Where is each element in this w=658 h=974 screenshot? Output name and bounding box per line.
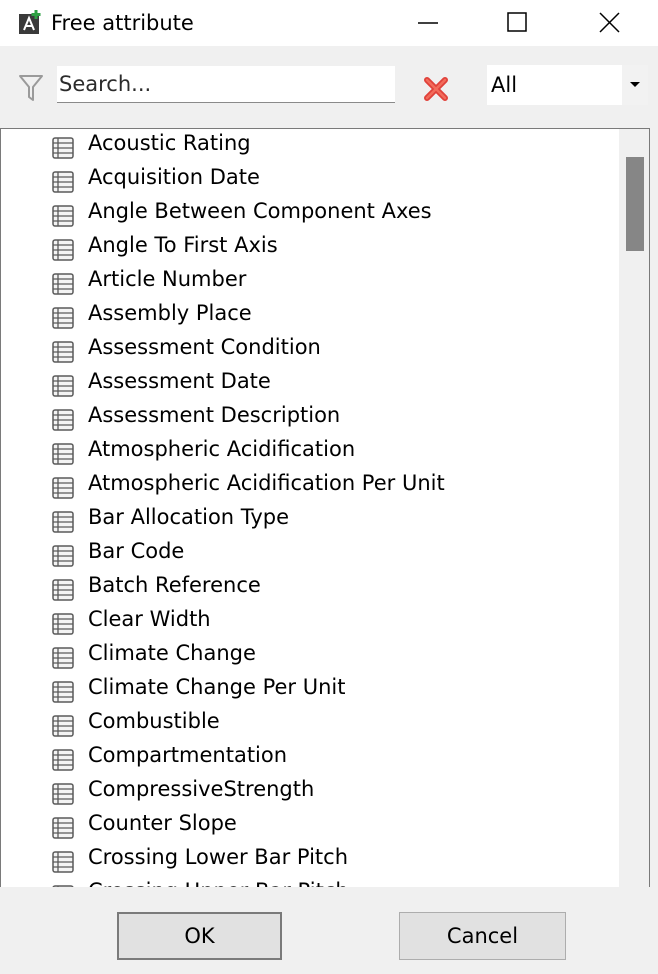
dropdown-arrow-button[interactable] [622,65,648,105]
list-item[interactable]: Counter Slope [1,809,618,843]
list-item[interactable]: Acquisition Date [1,163,618,197]
list-item[interactable]: Bar Allocation Type [1,503,618,537]
list-item[interactable]: Crossing Lower Bar Pitch [1,843,618,877]
attribute-list-panel: Acoustic Rating Acquisition Date Angle Bet… [0,128,650,888]
search-toolbar: All [0,46,658,128]
search-field[interactable] [57,66,395,103]
attribute-list-icon [52,647,74,669]
cancel-button[interactable]: Cancel [399,912,566,960]
list-item-label: Assessment Description [88,403,341,427]
list-item-label: Angle To First Axis [88,233,278,257]
list-item-label: Atmospheric Acidification Per Unit [88,471,445,495]
close-button[interactable] [563,0,655,46]
attribute-list-icon [52,511,74,533]
minimize-button[interactable] [382,0,474,46]
list-item-label: Acquisition Date [88,165,260,189]
attribute-add-icon [18,9,44,35]
clear-x-icon[interactable] [420,73,452,105]
attribute-list-icon [52,613,74,635]
attribute-list-icon [52,477,74,499]
list-item-label: Bar Code [88,539,185,563]
list-item-label: Assembly Place [88,301,252,325]
list-item[interactable]: Article Number [1,265,618,299]
maximize-button[interactable] [473,0,565,46]
list-item[interactable]: Angle To First Axis [1,231,618,265]
list-item-label: Counter Slope [88,811,237,835]
list-item[interactable]: Climate Change [1,639,618,673]
scrollbar-thumb[interactable] [626,157,644,251]
attribute-list-icon [52,273,74,295]
list-item[interactable]: Angle Between Component Axes [1,197,618,231]
attribute-list-icon [52,783,74,805]
attribute-list-icon [52,817,74,839]
attribute-list-icon [52,749,74,771]
chevron-down-icon [630,82,640,87]
attribute-list-icon [52,851,74,873]
attribute-list-icon [52,239,74,261]
list-item-label: Assessment Date [88,369,271,393]
list-item-label: Acoustic Rating [88,131,251,155]
list-item-label: Compartmentation [88,743,288,767]
attribute-list-icon [52,681,74,703]
list-item-label: Climate Change [88,641,256,665]
attribute-list-icon [52,307,74,329]
list-item[interactable]: Bar Code [1,537,618,571]
list-item[interactable]: Clear Width [1,605,618,639]
minimize-icon [418,22,438,24]
list-item[interactable]: Combustible [1,707,618,741]
list-item-label: Bar Allocation Type [88,505,290,529]
attribute-list-icon [52,205,74,227]
attribute-list-icon [52,545,74,567]
attribute-list-icon [52,375,74,397]
category-select-value: All [491,73,518,97]
attribute-list-icon [52,409,74,431]
list-item-label: Combustible [88,709,220,733]
attribute-list-icon [52,341,74,363]
list-item[interactable]: Compartmentation [1,741,618,775]
list-item-label: CompressiveStrength [88,777,315,801]
list-item-label: Assessment Condition [88,335,321,359]
list-item-label: Climate Change Per Unit [88,675,346,699]
vertical-scrollbar[interactable] [619,129,649,887]
list-item-label: Atmospheric Acidification [88,437,356,461]
list-item[interactable]: Assembly Place [1,299,618,333]
ok-button[interactable]: OK [117,912,282,960]
list-item-label: Angle Between Component Axes [88,199,432,223]
category-select[interactable]: All [487,65,648,105]
search-input[interactable] [59,66,391,102]
maximize-icon [507,12,527,32]
filter-icon[interactable] [18,73,46,103]
list-item-label: Crossing Lower Bar Pitch [88,845,349,869]
attribute-list-icon [52,579,74,601]
list-item[interactable]: CompressiveStrength [1,775,618,809]
list-item[interactable]: Assessment Description [1,401,618,435]
attribute-list-icon [52,137,74,159]
list-item[interactable]: Assessment Date [1,367,618,401]
attribute-list-icon [52,171,74,193]
dialog-footer: OK Cancel [0,887,658,974]
list-item-label: Article Number [88,267,247,291]
list-item[interactable]: Atmospheric Acidification Per Unit [1,469,618,503]
list-item[interactable]: Assessment Condition [1,333,618,367]
list-item-label: Batch Reference [88,573,261,597]
title-bar: Free attribute [0,0,658,46]
list-item[interactable]: Climate Change Per Unit [1,673,618,707]
list-item[interactable]: Batch Reference [1,571,618,605]
list-item[interactable]: Atmospheric Acidification [1,435,618,469]
list-item-label: Clear Width [88,607,211,631]
list-item[interactable]: Acoustic Rating [1,129,618,163]
attribute-list-icon [52,443,74,465]
attribute-list-icon [52,715,74,737]
window-title: Free attribute [51,11,194,35]
close-icon [599,12,620,33]
attribute-list: Acoustic Rating Acquisition Date Angle Bet… [1,129,618,887]
